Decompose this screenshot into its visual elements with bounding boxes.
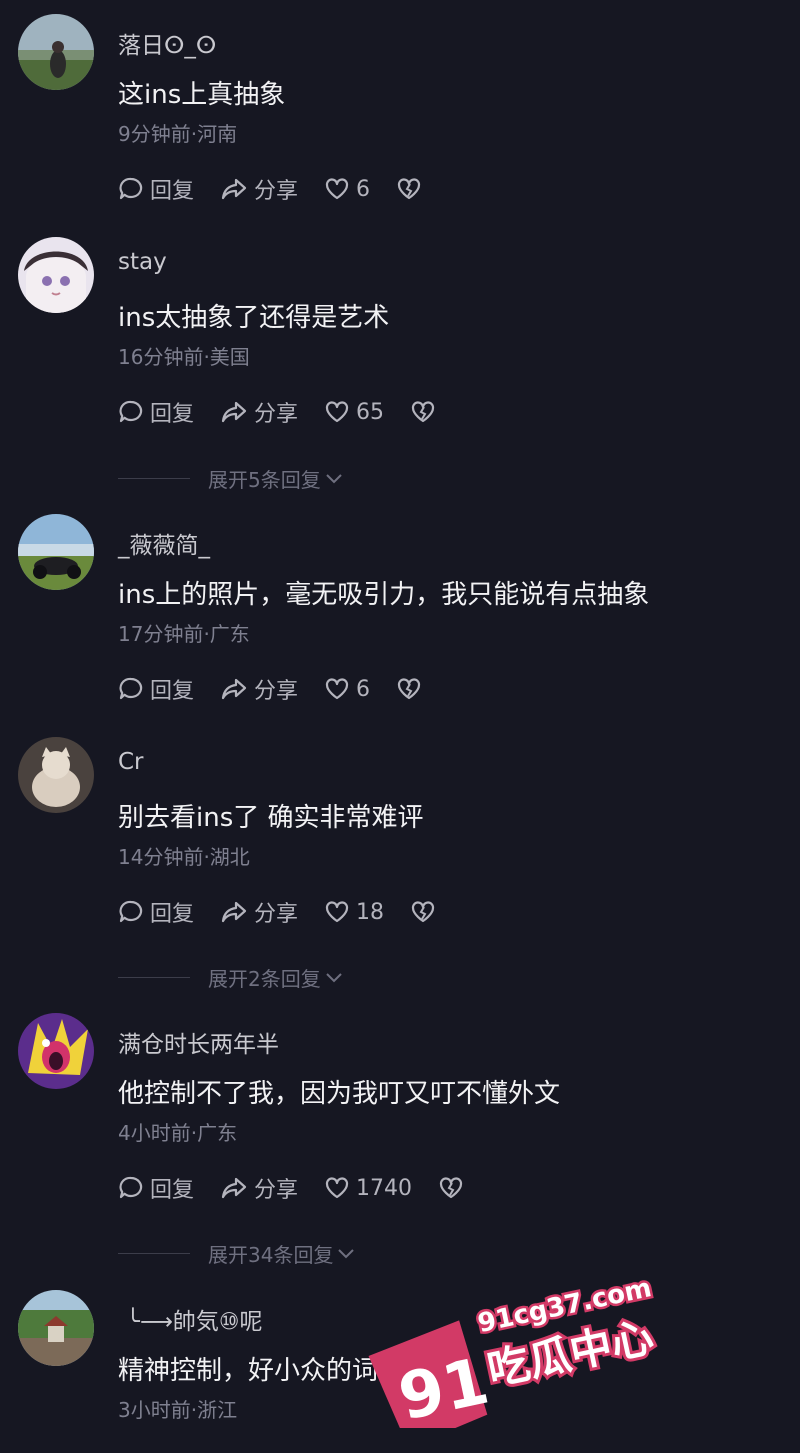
chevron-down-icon [326,473,342,483]
chevron-down-icon [338,1248,355,1258]
reply-label: 回复 [150,179,195,204]
avatar[interactable] [18,514,94,590]
broken-heart-icon [397,678,421,700]
avatar[interactable] [18,737,94,813]
reply-bubble-icon [119,1176,143,1199]
share-label: 分享 [254,179,299,204]
avatar[interactable] [18,1290,94,1366]
watermark-logo: 91 91cg37.com 吃瓜中心 [362,1268,662,1448]
share-arrow-icon [221,178,247,200]
expand-replies-label: 展开5条回复 [208,468,321,492]
share-arrow-icon [221,901,247,923]
comment-text: 这ins上真抽象 [118,80,286,110]
heart-icon [325,178,349,200]
comment-meta: 3小时前·浙江 [118,1398,238,1422]
avatar[interactable] [18,237,94,313]
divider [118,1253,190,1254]
like-button[interactable]: 65 [324,400,384,425]
expand-replies-button[interactable]: 展开2条回复 [118,963,343,992]
share-button[interactable]: 分享 [220,673,298,705]
username[interactable]: Cr [118,749,144,775]
heart-icon [325,1177,349,1199]
dislike-button[interactable] [438,1176,470,1200]
username[interactable]: ╰⟶帥気⑩呢 [126,1302,262,1336]
comment-meta: 9分钟前·河南 [118,122,238,146]
comment-meta: 4小时前·广东 [118,1121,238,1145]
like-count: 1740 [356,1175,413,1201]
comment-actions: 回复 分享 65 [118,397,468,427]
avatar[interactable] [18,14,94,90]
reply-button[interactable]: 回复 [118,173,194,205]
avatar[interactable] [18,1013,94,1089]
share-label: 分享 [254,1178,299,1203]
broken-heart-icon [411,401,435,423]
like-button[interactable]: 6 [324,677,370,702]
heart-icon [325,678,349,700]
username[interactable]: 满仓时长两年半 [118,1025,279,1059]
comment-text: 他控制不了我，因为我叮又叮不懂外文 [118,1079,561,1109]
comment-actions: 回复 分享 6 [118,174,454,204]
comment-text: 精神控制，好小众的词 [118,1356,379,1386]
comment-meta: 14分钟前·湖北 [118,845,250,869]
heart-icon [325,901,349,923]
like-count: 65 [356,399,385,425]
reply-bubble-icon [119,177,143,200]
username[interactable]: stay [118,249,167,275]
comment-meta: 17分钟前·广东 [118,622,250,646]
divider [118,478,190,479]
dislike-button[interactable] [396,177,428,201]
share-label: 分享 [254,402,299,427]
reply-bubble-icon [119,900,143,923]
comment-text: ins太抽象了还得是艺术 [118,303,390,333]
expand-replies-button[interactable]: 展开5条回复 [118,464,343,493]
like-count: 6 [356,176,371,202]
heart-icon [325,401,349,423]
broken-heart-icon [411,901,435,923]
share-button[interactable]: 分享 [220,173,298,205]
chevron-down-icon [326,972,342,982]
comment-actions: 回复 分享 6 [118,674,454,704]
share-button[interactable]: 分享 [220,1172,298,1204]
reply-button[interactable]: 回复 [118,896,194,928]
broken-heart-icon [439,1177,463,1199]
reply-label: 回复 [150,679,195,704]
comment-text: ins上的照片，毫无吸引力，我只能说有点抽象 [118,580,650,610]
comment-actions: 回复 分享 18 [118,897,468,927]
reply-label: 回复 [150,902,195,927]
divider [118,977,190,978]
share-label: 分享 [254,679,299,704]
like-count: 6 [356,676,371,702]
share-label: 分享 [254,902,299,927]
expand-replies-label: 展开2条回复 [208,967,321,991]
comment-text: 别去看ins了 确实非常难评 [118,803,424,833]
share-arrow-icon [221,401,247,423]
dislike-button[interactable] [396,677,428,701]
share-button[interactable]: 分享 [220,396,298,428]
reply-button[interactable]: 回复 [118,396,194,428]
like-count: 18 [356,899,385,925]
dislike-button[interactable] [410,400,442,424]
reply-bubble-icon [119,677,143,700]
share-arrow-icon [221,1177,247,1199]
dislike-button[interactable] [410,900,442,924]
expand-replies-button[interactable]: 展开34条回复 [118,1239,355,1268]
like-button[interactable]: 18 [324,900,384,925]
like-button[interactable]: 1740 [324,1176,412,1201]
reply-button[interactable]: 回复 [118,673,194,705]
reply-button[interactable]: 回复 [118,1172,194,1204]
broken-heart-icon [397,178,421,200]
reply-label: 回复 [150,402,195,427]
like-button[interactable]: 6 [324,177,370,202]
username[interactable]: 落日ⵙ_ⵙ [118,26,216,60]
username[interactable]: _薇薇简_ [118,526,210,560]
comment-meta: 16分钟前·美国 [118,345,250,369]
reply-bubble-icon [119,400,143,423]
comment-actions: 回复 分享 1740 [118,1173,496,1203]
share-button[interactable]: 分享 [220,896,298,928]
expand-replies-label: 展开34条回复 [208,1243,334,1267]
reply-label: 回复 [150,1178,195,1203]
share-arrow-icon [221,678,247,700]
